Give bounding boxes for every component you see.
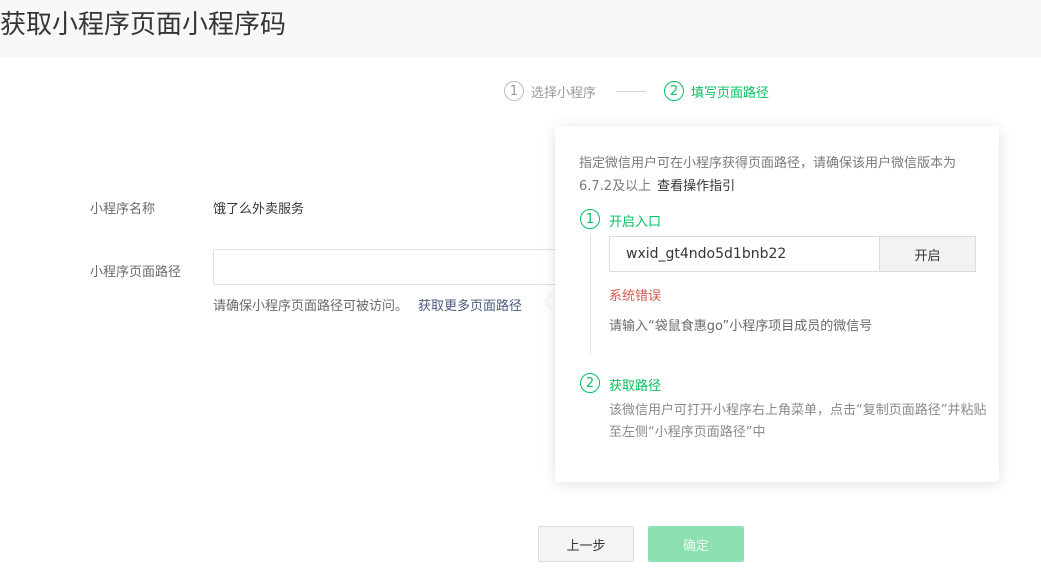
- page-title: 获取小程序页面小程序码: [0, 10, 287, 40]
- enable-button[interactable]: 开启: [879, 236, 976, 272]
- step-2: 2 填写页面路径: [664, 81, 769, 101]
- error-message: 系统错误: [609, 289, 662, 304]
- popover-step-connector: [590, 234, 591, 354]
- step-1: 1 选择小程序: [504, 81, 596, 101]
- step-1-label: 选择小程序: [531, 85, 597, 101]
- wechat-id-input[interactable]: wxid_gt4ndo5d1bnb22: [609, 236, 880, 272]
- step-2-label: 填写页面路径: [691, 85, 770, 101]
- popover-step-2-description: 该微信用户可打开小程序右上角菜单，点击“复制页面路径”并粘贴至左侧“小程序页面路…: [609, 403, 987, 440]
- operation-guide-link[interactable]: 查看操作指引: [657, 179, 735, 194]
- miniprogram-name-value: 饿了么外卖服务: [213, 202, 305, 217]
- page-path-label: 小程序页面路径: [90, 265, 182, 280]
- popover-description: 指定微信用户可在小程序获得页面路径，请确保该用户微信版本为6.7.2及以上 查看操…: [579, 152, 979, 198]
- step-divider: [616, 90, 647, 92]
- step-2-number: 2: [664, 81, 685, 101]
- popover-description-text: 指定微信用户可在小程序获得页面路径，请确保该用户微信版本为6.7.2及以上: [579, 156, 957, 194]
- previous-step-button[interactable]: 上一步: [538, 526, 634, 562]
- page-path-hint-text: 请确保小程序页面路径可被访问。: [213, 299, 409, 314]
- popover-step-1-title: 开启入口: [609, 215, 662, 230]
- page-header: 获取小程序页面小程序码: [0, 0, 1041, 57]
- page-path-input[interactable]: [213, 249, 573, 285]
- more-paths-link[interactable]: 获取更多页面路径: [418, 299, 522, 314]
- popover-step-2-title: 获取路径: [609, 379, 662, 394]
- popover-step-1-number: 1: [580, 209, 600, 229]
- wechat-id-tip: 请输入“袋鼠食惠go”小程序项目成员的微信号: [609, 319, 873, 334]
- page-path-hint: 请确保小程序页面路径可被访问。 获取更多页面路径: [213, 295, 522, 314]
- confirm-button[interactable]: 确定: [648, 526, 744, 562]
- step-indicator: 1 选择小程序 2 填写页面路径: [504, 80, 769, 102]
- path-guide-popover: 指定微信用户可在小程序获得页面路径，请确保该用户微信版本为6.7.2及以上 查看操…: [555, 126, 999, 482]
- popover-step-2-number: 2: [580, 373, 600, 393]
- miniprogram-name-label: 小程序名称: [90, 202, 156, 217]
- step-1-number: 1: [504, 81, 524, 101]
